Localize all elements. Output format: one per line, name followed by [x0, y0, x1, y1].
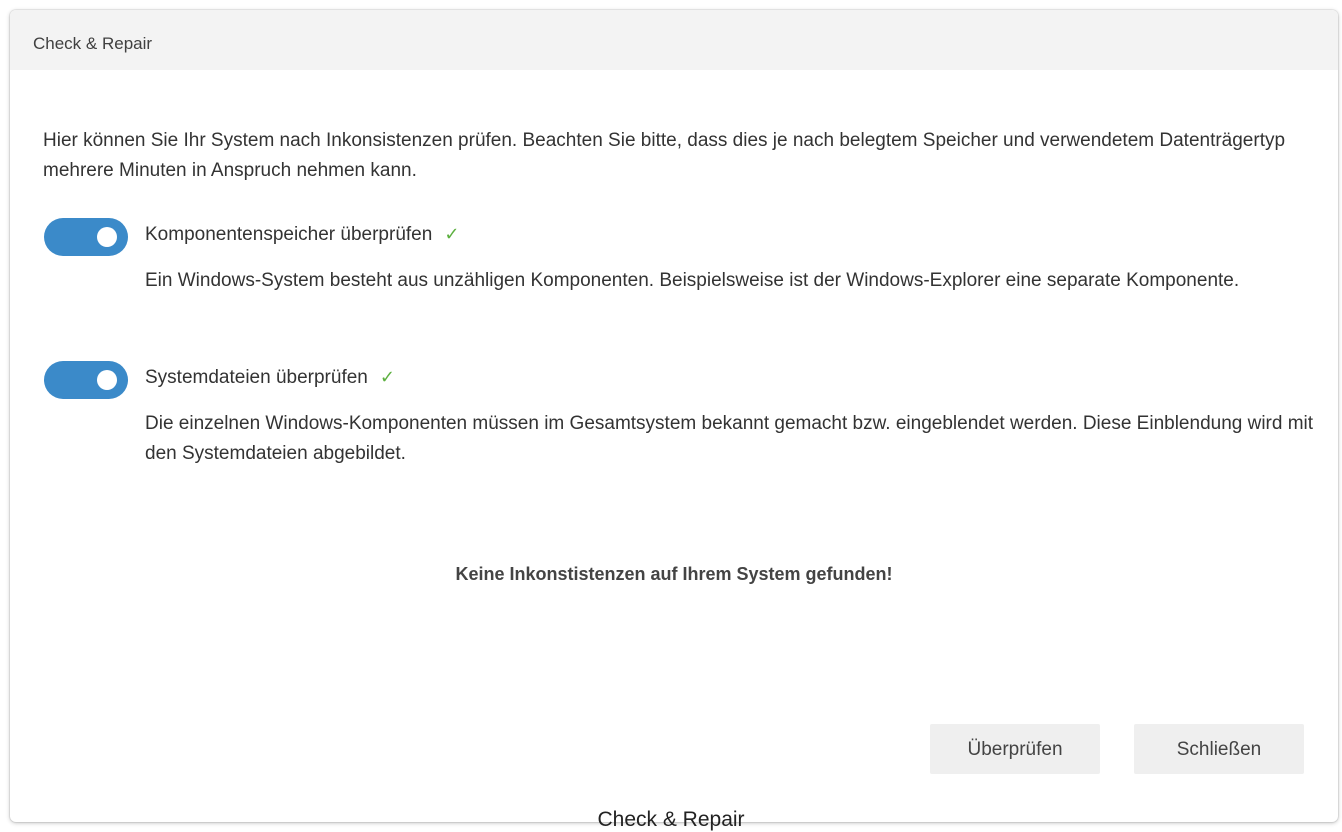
status-message: Keine Inkonstistenzen auf Ihrem System g…	[455, 564, 893, 584]
checkmark-icon: ✓	[444, 224, 460, 244]
checkmark-icon: ✓	[379, 367, 395, 387]
close-button[interactable]: Schließen	[1134, 724, 1304, 774]
option-title-label: Komponentenspeicher überprüfen	[145, 224, 433, 245]
option-title-label: Systemdateien überprüfen	[145, 367, 368, 388]
title-bar: Check & Repair	[10, 10, 1338, 70]
check-button[interactable]: Überprüfen	[930, 724, 1100, 774]
option-description: Ein Windows-System besteht aus unzählige…	[145, 270, 1240, 291]
check-repair-dialog: Check & Repair Hier können Sie Ihr Syste…	[10, 10, 1338, 822]
component-store-toggle[interactable]	[44, 218, 128, 256]
option-title: Komponentenspeicher überprüfen ✓	[145, 224, 459, 246]
toggle-knob	[97, 227, 117, 247]
system-files-toggle[interactable]	[44, 361, 128, 399]
toggle-knob	[97, 370, 117, 390]
intro-text: Hier können Sie Ihr System nach Inkonsis…	[43, 130, 1286, 181]
option-title: Systemdateien überprüfen ✓	[145, 367, 395, 389]
dialog-title: Check & Repair	[33, 34, 153, 53]
window-caption: Check & Repair	[597, 808, 745, 831]
option-description: Die einzelnen Windows-Komponenten müssen…	[145, 413, 1314, 464]
